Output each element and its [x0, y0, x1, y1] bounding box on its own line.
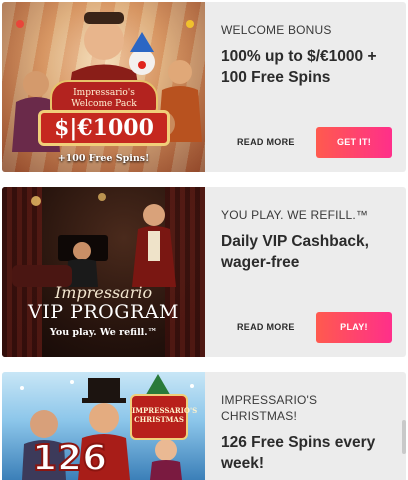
acrobat-face — [23, 71, 49, 97]
chandelier-center — [98, 193, 106, 201]
bearded-man-face — [30, 410, 58, 438]
top-hat — [88, 378, 120, 400]
vip-brand-script: Impressario — [54, 283, 153, 302]
snowflake — [20, 386, 24, 390]
promo-details: WELCOME BONUS 100% up to $/€1000 + 100 F… — [205, 2, 406, 172]
welcome-pack-ribbon: Impressario's Welcome Pack — [50, 80, 158, 114]
ribbon-line-1: Impressario's — [73, 88, 135, 98]
snowflake — [70, 380, 74, 384]
promo-title: 126 Free Spins every week! — [221, 434, 376, 472]
promo-title: Daily VIP Cashback, wager-free — [221, 233, 369, 271]
snowflake — [190, 384, 194, 388]
christmas-badge: IMPRESSARIO'S CHRISTMAS — [130, 394, 198, 440]
vip-program-heading: VIP PROGRAM — [28, 301, 179, 323]
promo-tag: WELCOME BONUS — [221, 23, 332, 37]
promo-card-welcome-bonus: Impressario's Welcome Pack $|€1000 +100 … — [2, 2, 406, 172]
play-button[interactable]: PLAY! — [316, 311, 392, 343]
bonus-amount-badge: $|€1000 — [38, 110, 170, 146]
balloon-red — [16, 20, 24, 28]
scrollbar-thumb[interactable] — [402, 420, 406, 454]
balloon-yellow — [186, 20, 194, 28]
top-hat-brim — [82, 398, 126, 403]
promo-details: IMPRESSARIO'S CHRISTMAS! 126 Free Spins … — [205, 372, 406, 480]
promo-title: 100% up to $/€1000 + 100 Free Spins — [221, 48, 377, 86]
chandelier-left — [31, 196, 41, 206]
host-face — [143, 204, 165, 226]
welcome-pack-banner-image: Impressario's Welcome Pack $|€1000 +100 … — [2, 2, 205, 172]
promo-actions: READ MORE PLAY! — [221, 311, 392, 343]
clown-hat — [130, 32, 154, 52]
get-it-button[interactable]: GET IT! — [316, 126, 392, 158]
clown-nose — [138, 61, 146, 69]
promo-actions: READ MORE GET IT! — [221, 126, 392, 158]
christmas-badge-line-2: CHRISTMAS — [134, 415, 184, 424]
woman-dress — [150, 460, 182, 480]
ringmaster-face — [84, 20, 124, 60]
promo-details: YOU PLAY. WE REFILL.™ Daily VIP Cashback… — [205, 187, 406, 357]
free-spins-number: 126 — [31, 437, 108, 480]
read-more-link[interactable]: READ MORE — [237, 137, 295, 147]
woman-face — [155, 439, 177, 461]
ribbon-line-2: Welcome Pack — [71, 99, 137, 109]
promo-tag: IMPRESSARIO'S CHRISTMAS! — [221, 393, 318, 423]
free-spins-caption: +100 Free Spins! — [57, 153, 150, 164]
promo-card-christmas: IMPRESSARIO'S CHRISTMAS 126 IMPRESSARIO'… — [2, 372, 406, 480]
promo-tag: YOU PLAY. WE REFILL.™ — [221, 208, 369, 222]
ringmaster-face — [89, 403, 119, 433]
promo-card-vip-cashback: Impressario VIP PROGRAM You play. We ref… — [2, 187, 406, 357]
christmas-badge-line-1: IMPRESSARIO'S — [132, 406, 198, 415]
vip-program-banner-image: Impressario VIP PROGRAM You play. We ref… — [2, 187, 205, 357]
read-more-link[interactable]: READ MORE — [237, 322, 295, 332]
ringmaster-hair — [84, 12, 124, 24]
christmas-banner-image: IMPRESSARIO'S CHRISTMAS 126 — [2, 372, 205, 480]
guest-face — [73, 242, 91, 260]
host-vest — [148, 231, 160, 261]
vip-program-tagline: You play. We refill.™ — [49, 327, 158, 338]
bonus-amount: $|€1000 — [54, 115, 154, 141]
performer-face — [168, 60, 192, 84]
